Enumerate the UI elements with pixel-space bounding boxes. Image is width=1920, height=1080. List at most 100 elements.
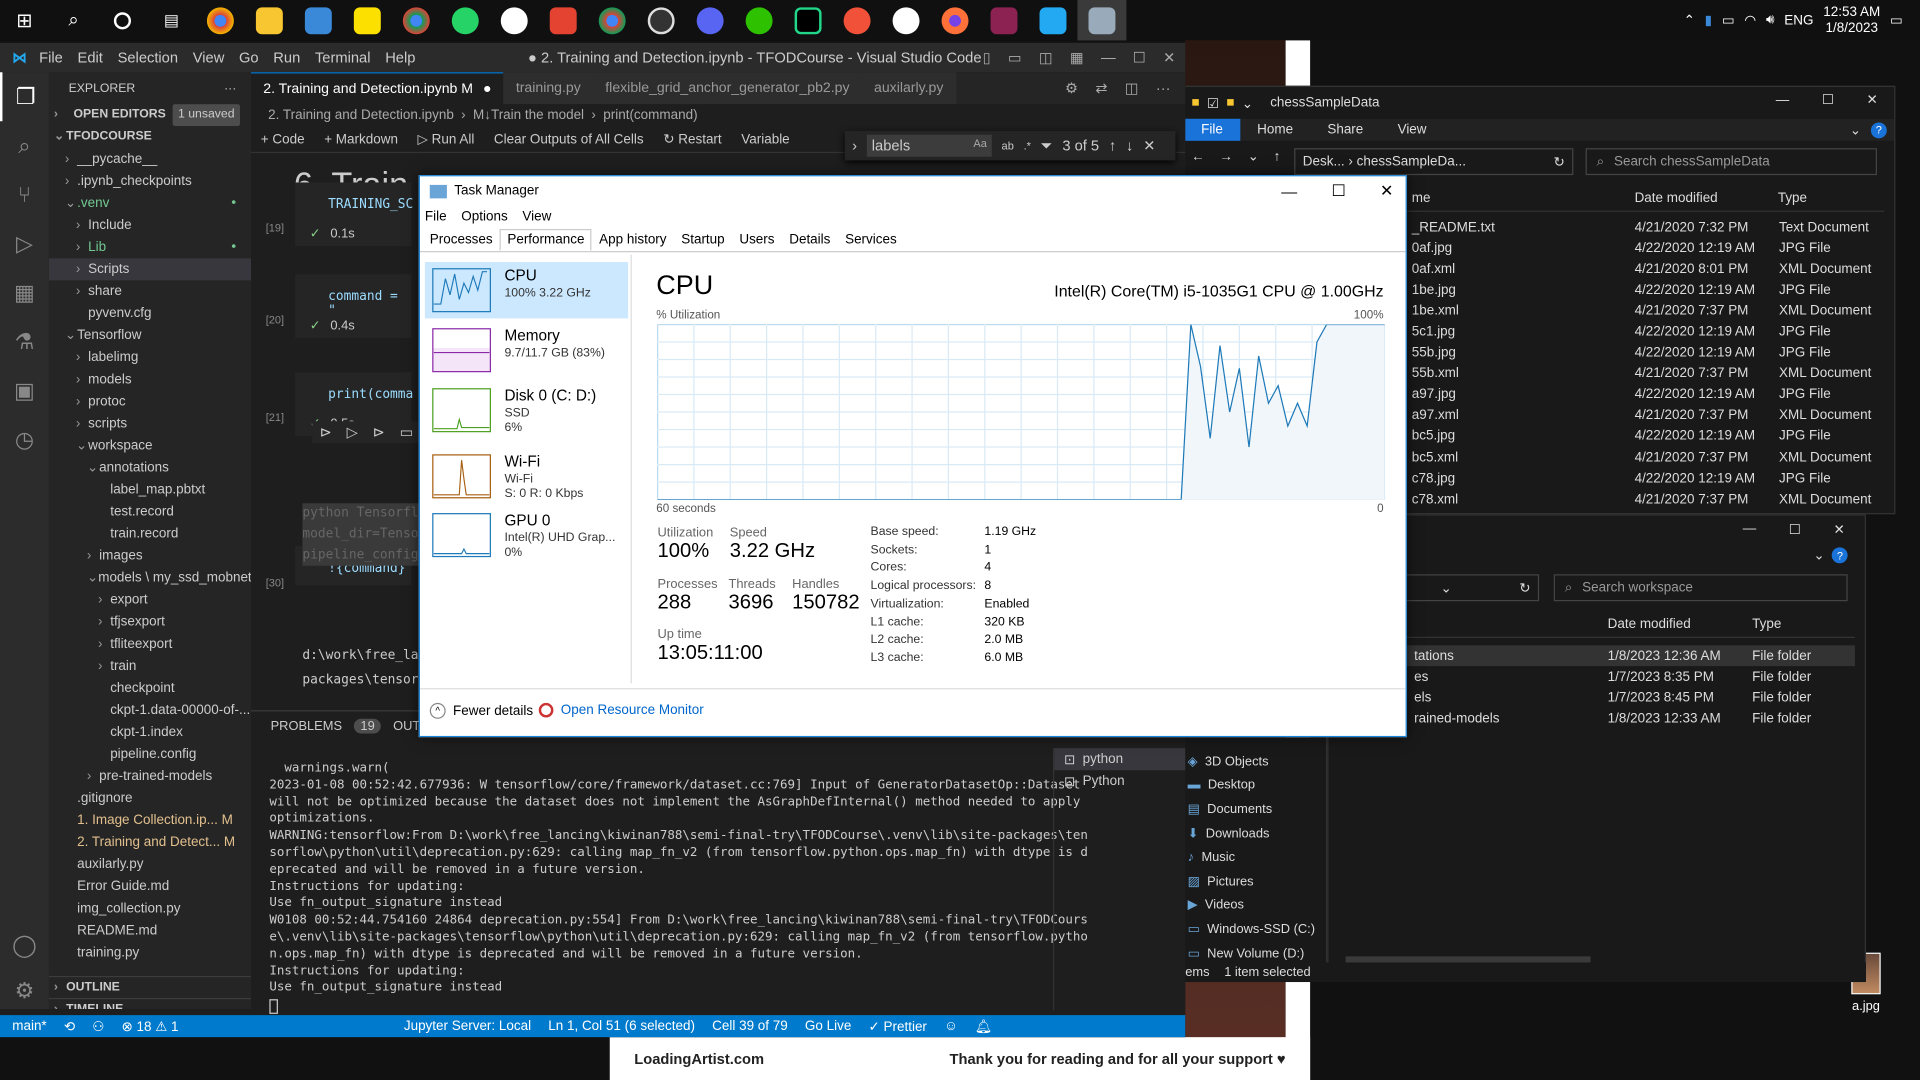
cell-position[interactable]: Cell 39 of 79 [712, 1019, 788, 1034]
firefox-icon[interactable] [931, 0, 980, 40]
bell-icon[interactable]: 🔔︎ [975, 1018, 992, 1034]
minimize-icon[interactable]: — [1743, 522, 1756, 537]
minimize-icon[interactable]: — [1281, 182, 1297, 200]
prettier-status[interactable]: ✓ Prettier [868, 1018, 926, 1034]
tree-item[interactable]: img_collection.py [49, 898, 251, 920]
restart-button[interactable]: ↻ Restart [663, 131, 721, 147]
minimize-icon[interactable]: — [1776, 92, 1789, 107]
clear-outputs-button[interactable]: Clear Outputs of All Cells [494, 132, 644, 147]
resource-cpu[interactable]: CPU 100% 3.22 GHz [424, 262, 629, 319]
tree-item[interactable]: › models [49, 369, 251, 391]
file-row[interactable]: 1be.xml 4/21/2020 7:37 PM XML Document [1412, 300, 1890, 321]
tree-item[interactable]: 2. Training and Detect... M [49, 831, 251, 853]
cursor-position[interactable]: Ln 1, Col 51 (6 selected) [548, 1019, 695, 1034]
variables-button[interactable]: Variable [741, 132, 789, 147]
add-markdown-cell-button[interactable]: + Markdown [324, 132, 398, 147]
menu-view[interactable]: View [193, 49, 225, 66]
tree-item[interactable]: › __pycache__ [49, 148, 251, 170]
column-name[interactable]: me [1412, 191, 1431, 206]
swift-icon[interactable] [833, 0, 882, 40]
menu-options[interactable]: Options [461, 209, 507, 224]
sticky-notes-icon[interactable] [343, 0, 392, 40]
outline-section[interactable]: › OUTLINE [48, 975, 252, 998]
run-above-icon[interactable]: ⊳ [320, 424, 332, 441]
source-control-icon[interactable]: ⑂ [0, 170, 49, 219]
timeline-section[interactable]: › TIMELINE [48, 997, 252, 1009]
ribbon-tab-view[interactable]: View [1380, 119, 1443, 141]
file-row[interactable]: _README.txt 4/21/2020 7:32 PM Text Documen… [1412, 217, 1890, 238]
task-manager-icon[interactable] [1077, 0, 1127, 41]
chevron-right-icon[interactable]: › [852, 137, 857, 154]
layout-customize-icon[interactable]: ▦ [1070, 49, 1084, 66]
tab-services[interactable]: Services [838, 228, 904, 250]
file-row[interactable]: 55b.jpg 4/22/2020 12:19 AM JPG File [1412, 342, 1890, 363]
folder-row[interactable]: rained-models 1/8/2023 12:33 AM File folde… [1328, 708, 1854, 729]
regex-icon[interactable]: .* [1024, 140, 1031, 152]
tab-performance[interactable]: Performance [499, 228, 592, 251]
split-cell-icon[interactable]: ▭ [400, 424, 414, 441]
tab-details[interactable]: Details [782, 228, 838, 250]
windows-start-icon[interactable]: ⊞ [0, 0, 49, 40]
more-actions-icon[interactable]: ··· [1156, 80, 1171, 97]
code-cell[interactable]: TRAINING_SC ✓ 0.1s [295, 182, 413, 247]
run-below-icon[interactable]: ⊳ [373, 424, 385, 441]
up-arrow-icon[interactable]: ↑ [1274, 149, 1281, 164]
tab-processes[interactable]: Processes [422, 228, 500, 250]
close-icon[interactable]: ✕ [1867, 92, 1878, 108]
folder-row[interactable]: es 1/7/2023 8:35 PM File folder [1328, 666, 1854, 687]
ribbon-tab-share[interactable]: Share [1310, 119, 1380, 141]
column-date-modified[interactable]: Date modified [1608, 617, 1691, 632]
open-resource-monitor-link[interactable]: Open Resource Monitor [538, 702, 704, 718]
tree-item[interactable]: › Lib ● [49, 236, 251, 258]
problems-tab[interactable]: PROBLEMS [271, 719, 342, 734]
find-input[interactable]: labels Aa [866, 134, 992, 157]
file-row[interactable]: 5c1.jpg 4/22/2020 12:19 AM JPG File [1412, 321, 1890, 342]
file-row[interactable]: c78.xml 4/21/2020 7:37 PM XML Document [1412, 489, 1890, 510]
git-history-icon[interactable]: ◷ [0, 415, 49, 464]
column-date-modified[interactable]: Date modified [1635, 191, 1718, 206]
pycharm-icon[interactable] [784, 0, 833, 40]
ribbon-tab-home[interactable]: Home [1240, 119, 1310, 141]
tree-item[interactable]: test.record [49, 501, 251, 523]
folder-row[interactable]: els 1/7/2023 8:45 PM File folder [1328, 687, 1854, 708]
go-live-button[interactable]: Go Live [805, 1019, 851, 1034]
task-view-icon[interactable]: ▤ [147, 0, 196, 40]
editor-tab[interactable]: flexible_grid_anchor_generator_pb2.py [593, 72, 862, 105]
minimize-icon[interactable]: — [1101, 49, 1116, 66]
terminal-instance[interactable]: ⊡ python [1054, 748, 1186, 771]
obs-icon[interactable] [637, 0, 686, 40]
menu-file[interactable]: File [39, 49, 63, 66]
branch-status[interactable]: main* [12, 1019, 46, 1034]
split-editor-icon[interactable]: ◫ [1125, 80, 1139, 97]
layout-split-icon[interactable]: ◫ [1039, 49, 1053, 66]
tree-item[interactable]: › protoc [49, 391, 251, 413]
help-icon[interactable]: ? [1870, 121, 1887, 138]
chevron-down-icon[interactable]: ⌄ [1440, 580, 1451, 596]
run-debug-icon[interactable]: ▷ [0, 219, 49, 268]
clock[interactable]: 12:53 AM 1/8/2023 [1823, 4, 1880, 36]
tree-item[interactable]: › pre-trained-models [49, 765, 251, 787]
nav-item[interactable]: ▭ Windows-SSD (C:) [1180, 917, 1326, 941]
tree-item[interactable]: › train [49, 655, 251, 677]
add-code-cell-button[interactable]: + Code [261, 132, 305, 147]
live-share-icon[interactable]: ⚇ [92, 1018, 104, 1034]
nav-item[interactable]: ♪ Music [1180, 845, 1326, 869]
refresh-icon[interactable]: ↻ [1553, 154, 1564, 170]
maximize-icon[interactable]: ☐ [1822, 92, 1834, 108]
tree-item[interactable]: training.py [49, 942, 251, 964]
folder-row[interactable]: tations 1/8/2023 12:36 AM File folder [1328, 645, 1855, 667]
nav-item[interactable]: ▨ Pictures [1180, 869, 1326, 893]
sync-icon[interactable]: ⟲ [64, 1018, 75, 1034]
remote-explorer-icon[interactable]: ▣ [0, 366, 49, 415]
whatsapp-icon[interactable] [441, 0, 490, 40]
terminal-output[interactable]: warnings.warn(2023-01-08 00:52:42.677936… [269, 760, 1088, 1015]
wechat-icon[interactable] [735, 0, 784, 40]
feedback-icon[interactable]: ☺ [944, 1019, 958, 1034]
tree-item[interactable]: README.md [49, 920, 251, 942]
close-find-icon[interactable]: ✕ [1143, 137, 1155, 154]
back-arrow-icon[interactable]: ← [1191, 149, 1204, 164]
mail-icon[interactable] [294, 0, 343, 40]
tree-item[interactable]: auxilarly.py [49, 853, 251, 875]
tree-item[interactable]: ckpt-1.data-00000-of-... [49, 699, 251, 721]
maximize-icon[interactable]: ☐ [1133, 49, 1146, 66]
